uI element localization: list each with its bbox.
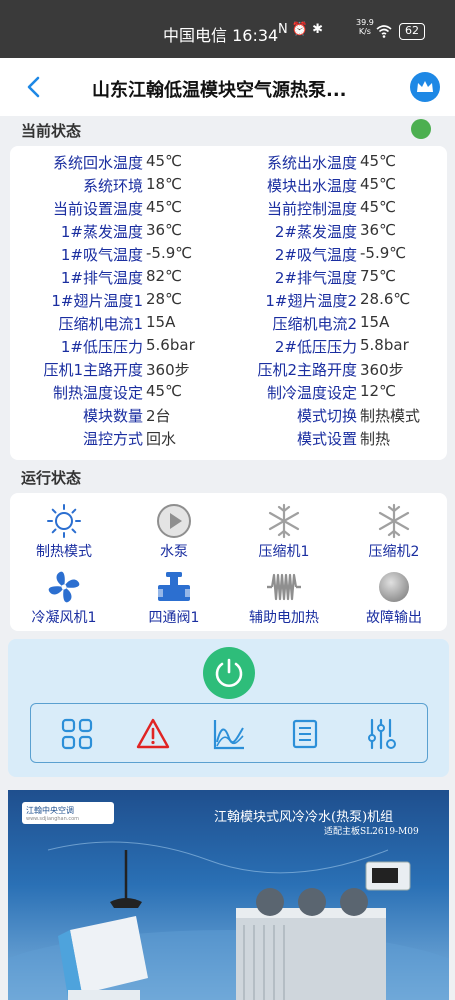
page-title: 山东江翰低温模块空气源热泵... xyxy=(92,80,347,101)
snowflake-icon xyxy=(268,503,300,539)
back-arrow-icon[interactable] xyxy=(22,74,48,100)
state-row: 1#排气温度 82℃ 2#排气温度 75℃ xyxy=(60,267,396,287)
state-row: 制热温度设定 45℃ 制冷温度设定 12℃ xyxy=(52,382,396,402)
system-status-bar: 中国电信 16:34 N ⏰ ✱ 39.9 K/s 62 xyxy=(0,0,455,58)
device-label: 辅助电加热 xyxy=(249,610,319,626)
online-status-indicator xyxy=(411,119,431,139)
banner-subline: 适配主板SL2619-M09 xyxy=(324,827,419,837)
app-bar: 山东江翰低温模块空气源热泵... xyxy=(0,58,455,116)
device-fault-output[interactable]: 故障输出 xyxy=(344,569,444,629)
snowflake-icon xyxy=(378,503,410,539)
curve-chart-icon[interactable] xyxy=(211,716,247,752)
current-state-title: 当前状态 xyxy=(21,122,82,140)
fan-icon xyxy=(48,571,80,603)
grid-icon[interactable] xyxy=(59,716,95,752)
list-icon[interactable] xyxy=(287,716,323,752)
state-row: 1#蒸发温度 36℃ 2#蒸发温度 36℃ xyxy=(60,221,396,241)
state-row: 温控方式 回水 模式设置 制热 xyxy=(82,430,391,448)
device-label: 故障输出 xyxy=(366,610,422,626)
heater-coil-icon xyxy=(267,573,301,601)
wifi-icon xyxy=(376,25,392,38)
device-aux-heater[interactable]: 辅助电加热 xyxy=(234,569,334,629)
device-label: 冷凝风机1 xyxy=(31,610,97,626)
crown-icon[interactable] xyxy=(410,72,440,102)
state-row: 当前设置温度 45℃ 当前控制温度 45℃ xyxy=(52,198,396,218)
carrier-time: 中国电信 16:34 xyxy=(163,26,279,45)
product-banner: 江翰中央空调 www.sdjianghan.com 江翰模块式风冷冷水(热泵)机组… xyxy=(8,790,449,1000)
state-row: 1#翅片温度1 28℃ 1#翅片温度2 28.6℃ xyxy=(51,290,411,310)
banner-headline: 江翰模块式风冷冷水(热泵)机组 xyxy=(214,810,394,825)
device-compressor-2[interactable]: 压缩机2 xyxy=(344,503,444,563)
device-label: 压缩机2 xyxy=(368,544,420,560)
device-label: 水泵 xyxy=(160,544,188,560)
state-row: 压缩机电流1 15A 压缩机电流2 15A xyxy=(58,313,390,333)
device-compressor-1[interactable]: 压缩机1 xyxy=(234,503,334,563)
fault-dot-icon xyxy=(379,572,409,602)
state-row: 模块数量 2台 模式切换 制热模式 xyxy=(82,407,421,425)
battery-indicator: 62 xyxy=(399,23,425,40)
status-icons: N ⏰ ✱ xyxy=(278,22,324,37)
state-row: 1#低压压力 5.6bar 2#低压压力 5.8bar xyxy=(60,336,409,356)
valve-icon xyxy=(158,572,190,601)
play-circle-icon xyxy=(157,504,191,538)
device-label: 四通阀1 xyxy=(148,610,200,626)
device-label: 制热模式 xyxy=(36,544,92,560)
device-label: 压缩机1 xyxy=(258,544,310,560)
device-water-pump[interactable]: 水泵 xyxy=(124,503,224,563)
device-condenser-fan-1[interactable]: 冷凝风机1 xyxy=(14,569,114,629)
current-state-card: 系统回水温度 45℃ 系统出水温度 45℃ 系统环境 18℃ 模块出水温度 45℃ 当前设置… xyxy=(10,146,447,460)
run-state-title: 运行状态 xyxy=(21,469,82,487)
state-row: 系统回水温度 45℃ 系统出水温度 45℃ xyxy=(52,152,396,172)
network-speed: 39.9 K/s xyxy=(356,18,374,36)
tool-bar xyxy=(30,703,428,763)
device-four-way-valve-1[interactable]: 四通阀1 xyxy=(124,569,224,629)
state-row: 1#吸气温度 -5.9℃ 2#吸气温度 -5.9℃ xyxy=(60,244,407,264)
power-icon xyxy=(215,658,243,687)
power-button[interactable] xyxy=(203,647,255,699)
brand-logo: 江翰中央空调 www.sdjianghan.com xyxy=(22,802,114,824)
state-row: 压机1主路开度 360步 压机2主路开度 360步 xyxy=(43,361,404,379)
control-panel xyxy=(8,639,449,777)
run-state-card: 制热模式 水泵 压缩机1 压缩机2 冷凝风机1 四通阀1 辅助电加热 故障输出 xyxy=(10,493,447,631)
device-heating-mode[interactable]: 制热模式 xyxy=(14,503,114,563)
state-row: 系统环境 18℃ 模块出水温度 45℃ xyxy=(82,175,396,195)
sun-icon xyxy=(47,504,81,538)
settings-sliders-icon[interactable] xyxy=(363,716,399,752)
warning-icon[interactable] xyxy=(135,716,171,752)
